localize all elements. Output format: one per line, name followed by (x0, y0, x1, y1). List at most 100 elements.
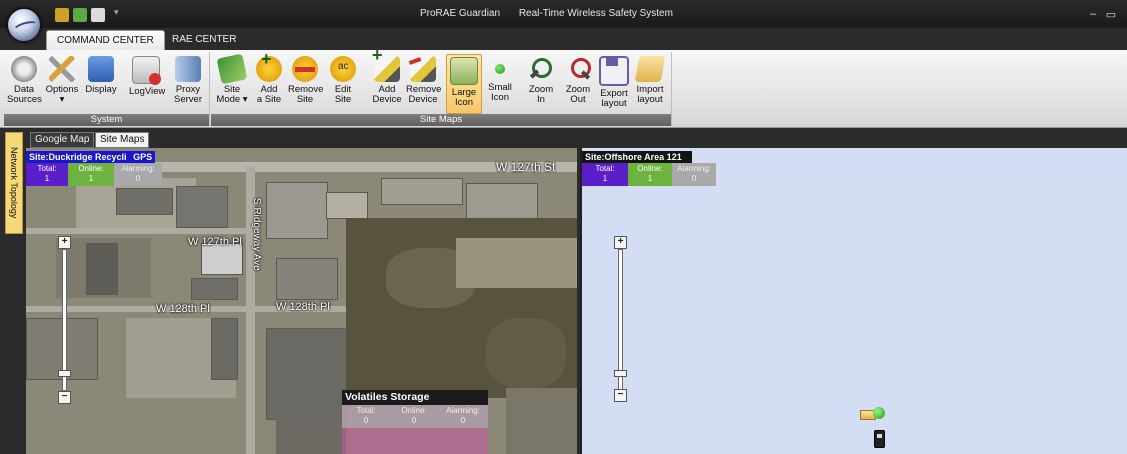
right-online-value: 1 (647, 174, 653, 183)
large-icon-button[interactable]: Large Icon (446, 54, 482, 114)
small-icon-icon (495, 64, 505, 74)
display-label: Display (85, 84, 117, 95)
volatiles-total-value: 0 (363, 416, 369, 425)
left-alarming-badge: Alarming: 0 (114, 163, 162, 186)
quick-access-icon-c[interactable] (91, 8, 105, 22)
right-online-label: Online: (637, 164, 663, 173)
options-button[interactable]: Options ▾ (45, 54, 79, 112)
export-layout-button[interactable]: Export layout (597, 54, 631, 112)
data-sources-button[interactable]: Data Sources (7, 54, 42, 112)
add-site-button[interactable]: + Add a Site (252, 50, 286, 112)
tab-site-maps[interactable]: Site Maps (95, 132, 150, 148)
volatiles-alarming-label: Alarming: (446, 406, 480, 415)
volatiles-total-label: Total: (356, 406, 376, 415)
gas-detector-device-icon[interactable] (874, 430, 885, 448)
data-sources-label: Data Sources (7, 84, 42, 105)
display-icon (88, 56, 114, 82)
tab-google-map[interactable]: Google Map (30, 132, 95, 148)
right-zoom-in-button[interactable]: + (614, 236, 627, 249)
export-layout-label: Export layout (600, 88, 628, 109)
remove-device-button[interactable]: Remove Device (406, 54, 441, 112)
zoom-out-icon (565, 56, 591, 82)
proxy-server-label: Proxy Server (174, 84, 202, 105)
logview-button[interactable]: LogView (129, 54, 165, 112)
street-label-w127th-pl: W 127th Pl (188, 236, 242, 248)
street-label-w128th-pl-a: W 128th Pl (156, 303, 210, 315)
volatiles-online-badge: Online: 0 (390, 405, 438, 428)
volatiles-alarming-value: 0 (460, 416, 466, 425)
left-site-name: Site:Duckridge Recycli (29, 152, 127, 162)
tab-rae-center[interactable]: RAE CENTER (162, 30, 246, 50)
right-total-label: Total: (595, 164, 615, 173)
right-alarming-value: 0 (691, 174, 697, 183)
zoom-in-icon (528, 56, 554, 82)
remove-device-icon (408, 56, 436, 82)
add-device-button[interactable]: + Add Device (370, 46, 404, 112)
right-online-badge: Online: 1 (628, 163, 672, 186)
wrench-icon (49, 56, 75, 82)
quick-access-icon-a[interactable] (55, 8, 69, 22)
device-status-online-icon[interactable] (873, 407, 885, 419)
right-zoom-out-button[interactable]: − (614, 389, 627, 402)
zoom-out-button[interactable]: Zoom Out (561, 54, 595, 112)
window-title: ProRAE Guardian Real-Time Wireless Safet… (420, 8, 860, 19)
volatiles-total-badge: Total: 0 (342, 405, 390, 428)
right-alarming-label: Alarming: (677, 164, 711, 173)
left-site-gps: GPS (133, 152, 153, 162)
large-icon-label: Large Icon (451, 87, 477, 108)
network-topology-tab[interactable]: Network Topology (5, 132, 23, 234)
display-button[interactable]: Display (84, 54, 118, 112)
quick-access-dropdown-icon[interactable]: ▾ (114, 7, 119, 18)
left-online-badge: Online: 1 (68, 163, 114, 186)
left-zoom-in-button[interactable]: + (58, 236, 71, 249)
import-layout-icon (634, 56, 666, 82)
zoom-in-button[interactable]: Zoom In (524, 54, 558, 112)
street-label-ridgeway: S Ridgeway Ave (251, 198, 262, 271)
site-map-aerial[interactable]: W 127th St W 127th Pl W 128th Pl W 128th… (26, 148, 577, 454)
logview-icon (132, 56, 161, 85)
remove-site-button[interactable]: Remove Site (288, 54, 323, 112)
edit-site-label: Edit Site (334, 84, 352, 105)
zoom-in-label: Zoom In (528, 84, 554, 105)
left-total-label: Total: (37, 164, 57, 173)
maximize-button[interactable]: ▭ (1104, 8, 1118, 21)
left-site-header[interactable]: Site:Duckridge Recycli GPS (26, 151, 156, 163)
options-label: Options ▾ (45, 84, 79, 105)
site-map-offshore[interactable]: Site:Offshore Area 121 Total: 1 Online: … (580, 148, 1127, 454)
large-icon-icon (450, 57, 478, 85)
application-menu-orb[interactable] (7, 8, 41, 42)
export-layout-icon (599, 56, 629, 86)
site-mode-label: Site Mode ▾ (216, 84, 248, 105)
edit-site-button[interactable]: ac Edit Site (326, 54, 360, 112)
proxy-server-button[interactable]: Proxy Server (171, 54, 205, 112)
left-alarming-value: 0 (135, 174, 141, 183)
right-site-header[interactable]: Site:Offshore Area 121 (582, 151, 692, 163)
system-group-label: System (4, 114, 209, 126)
right-zoom-thumb[interactable] (614, 370, 627, 377)
left-total-value: 1 (44, 174, 50, 183)
zoom-out-label: Zoom Out (565, 84, 591, 105)
remove-site-icon (292, 56, 318, 82)
volatiles-online-value: 0 (411, 416, 417, 425)
left-online-value: 1 (88, 174, 94, 183)
add-device-icon: + (372, 46, 400, 82)
small-icon-button[interactable]: Small Icon (483, 54, 517, 112)
left-online-label: Online: (78, 164, 104, 173)
volatiles-online-label: Online: (401, 406, 427, 415)
site-mode-button[interactable]: Site Mode ▾ (215, 53, 249, 112)
left-zoom-thumb[interactable] (58, 370, 71, 377)
tab-command-center[interactable]: COMMAND CENTER (46, 30, 165, 51)
right-alarming-badge: Alarming: 0 (672, 163, 716, 186)
street-label-w128th-pl-b: W 128th Pl (276, 301, 330, 313)
left-alarming-label: Alarming: (121, 164, 155, 173)
import-layout-label: Import layout (636, 84, 664, 105)
app-subtitle: Real-Time Wireless Safety System (518, 8, 673, 19)
left-zoom-out-button[interactable]: − (58, 391, 71, 404)
right-total-badge: Total: 1 (582, 163, 628, 186)
volatiles-storage-header[interactable]: Volatiles Storage (342, 390, 488, 405)
street-label-w127th-st: W 127th St (496, 160, 556, 174)
site-mode-icon (216, 53, 248, 85)
import-layout-button[interactable]: Import layout (633, 54, 667, 112)
minimize-button[interactable]: – (1086, 8, 1100, 20)
quick-access-icon-b[interactable] (73, 8, 87, 22)
